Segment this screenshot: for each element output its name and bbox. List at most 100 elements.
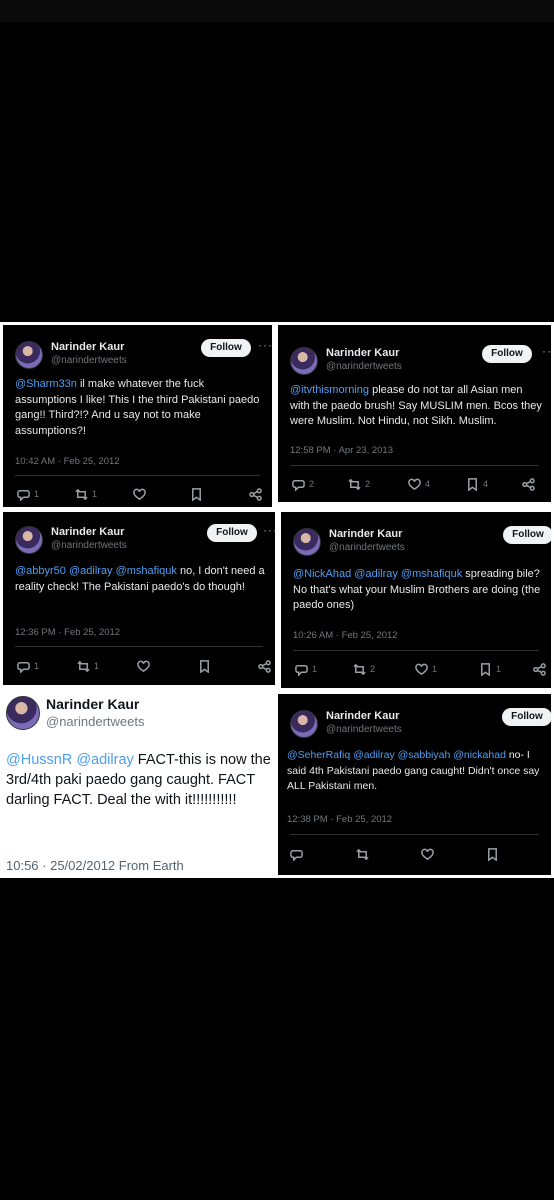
mention-link[interactable]: @SeherRafiq @adilray @sabbiyah @nickahad: [287, 749, 506, 761]
display-name[interactable]: Narinder Kaur: [326, 347, 402, 359]
divider: [290, 465, 539, 466]
tweet-card[interactable]: Narinder Kaur @narindertweets @HussnR @a…: [0, 690, 276, 878]
action-bar: 1 2 1 1: [281, 660, 551, 678]
tweet-timestamp[interactable]: 10:56 · 25/02/2012 From Earth: [6, 858, 184, 873]
heart-icon: [408, 478, 421, 490]
more-options-icon[interactable]: ···: [542, 344, 551, 358]
divider: [290, 834, 539, 835]
avatar[interactable]: [290, 347, 318, 375]
tweet-text: @Sharm33n il make whatever the fuck assu…: [15, 378, 260, 437]
share-button[interactable]: [249, 485, 262, 503]
avatar[interactable]: [15, 341, 43, 369]
avatar[interactable]: [6, 696, 40, 730]
tweet-timestamp[interactable]: 12:58 PM · Apr 23, 2013: [290, 445, 393, 456]
tweet-header: Narinder Kaur @narindertweets Follow: [293, 526, 551, 566]
avatar[interactable]: [290, 710, 318, 738]
follow-button[interactable]: Follow: [201, 339, 251, 357]
tweet-card[interactable]: Narinder Kaur @narindertweets Follow @Se…: [278, 694, 551, 875]
tweet-timestamp[interactable]: 10:42 AM · Feb 25, 2012: [15, 456, 120, 467]
share-icon: [533, 662, 546, 676]
mention-link[interactable]: @HussnR @adilray: [6, 752, 134, 768]
heart-icon: [415, 663, 428, 675]
mention-link[interactable]: @abbyr50 @adilray @mshafiquk: [15, 565, 177, 577]
tweet-card[interactable]: Narinder Kaur @narindertweets Follow @Ni…: [281, 512, 551, 688]
reply-count: 1: [34, 489, 40, 499]
avatar[interactable]: [293, 528, 321, 556]
tweet-text: @itvthismorning please do not tar all As…: [290, 384, 542, 427]
retweet-button[interactable]: [356, 845, 373, 863]
tweet-text: @SeherRafiq @adilray @sabbiyah @nickahad…: [287, 749, 540, 792]
follow-button[interactable]: Follow: [207, 524, 257, 542]
mention-link[interactable]: @itvthismorning: [290, 384, 369, 396]
reply-button[interactable]: 2: [292, 475, 314, 493]
like-button[interactable]: [133, 485, 150, 503]
reply-icon: [290, 849, 303, 861]
display-name[interactable]: Narinder Kaur: [329, 528, 405, 540]
reply-button[interactable]: [290, 845, 307, 863]
share-icon: [249, 487, 262, 501]
action-bar: 2 2 4 4: [278, 475, 551, 493]
display-name[interactable]: Narinder Kaur: [326, 710, 402, 722]
like-count: 4: [425, 479, 431, 489]
divider: [15, 475, 260, 476]
tweet-header: Narinder Kaur @narindertweets Follow: [290, 708, 551, 748]
tweet-timestamp[interactable]: 12:38 PM · Feb 25, 2012: [287, 814, 392, 825]
retweet-count: 1: [92, 489, 98, 499]
reply-button[interactable]: 1: [295, 660, 317, 678]
user-handle[interactable]: @narindertweets: [326, 361, 402, 372]
user-handle[interactable]: @narindertweets: [326, 724, 402, 735]
reply-button[interactable]: 1: [17, 657, 39, 675]
mention-link[interactable]: @NickAhad @adilray @mshafiquk: [293, 568, 462, 580]
tweet-header: Narinder Kaur @narindertweets Follow ···: [290, 344, 551, 385]
tweet-card[interactable]: Narinder Kaur @narindertweets Follow ···…: [3, 512, 275, 685]
retweet-button[interactable]: 2: [348, 475, 370, 493]
bookmark-icon: [481, 662, 490, 676]
bookmark-icon: [488, 847, 497, 861]
retweet-button[interactable]: 1: [75, 485, 97, 503]
tweet-collage: Narinder Kaur @narindertweets Follow ···…: [0, 322, 554, 878]
tweet-timestamp[interactable]: 12:36 PM · Feb 25, 2012: [15, 627, 120, 638]
share-button[interactable]: [533, 660, 546, 678]
follow-button[interactable]: Follow: [502, 708, 551, 726]
like-button[interactable]: [421, 845, 438, 863]
user-handle[interactable]: @narindertweets: [51, 355, 127, 366]
tweet-text: @abbyr50 @adilray @mshafiquk no, I don't…: [15, 565, 265, 593]
bookmark-button[interactable]: [486, 845, 503, 863]
share-button[interactable]: [522, 475, 535, 493]
tweet-header: Narinder Kaur @narindertweets Follow ···: [15, 338, 272, 379]
share-icon: [522, 477, 535, 491]
display-name[interactable]: Narinder Kaur: [51, 341, 127, 353]
like-button[interactable]: [137, 657, 154, 675]
tweet-card[interactable]: Narinder Kaur @narindertweets Follow ···…: [278, 325, 551, 502]
follow-button[interactable]: Follow: [503, 526, 551, 544]
avatar[interactable]: [15, 526, 43, 554]
bookmark-count: 4: [483, 479, 489, 489]
reply-icon: [292, 479, 305, 491]
bookmark-button[interactable]: 4: [466, 475, 488, 493]
share-button[interactable]: [258, 657, 271, 675]
action-bar: 1 1: [3, 657, 275, 675]
retweet-button[interactable]: 1: [77, 657, 99, 675]
retweet-button[interactable]: 2: [353, 660, 375, 678]
share-icon: [258, 659, 271, 673]
user-handle[interactable]: @narindertweets: [51, 540, 127, 551]
tweet-card[interactable]: Narinder Kaur @narindertweets Follow ···…: [3, 325, 272, 507]
display-name[interactable]: Narinder Kaur: [51, 526, 127, 538]
tweet-timestamp[interactable]: 10:26 AM · Feb 25, 2012: [293, 630, 398, 641]
like-button[interactable]: 1: [415, 660, 437, 678]
more-options-icon[interactable]: ···: [263, 523, 275, 537]
retweet-icon: [348, 478, 361, 490]
user-handle[interactable]: @narindertweets: [329, 542, 405, 553]
like-button[interactable]: 4: [408, 475, 430, 493]
bookmark-button[interactable]: [190, 485, 207, 503]
mention-link[interactable]: @Sharm33n: [15, 378, 77, 390]
follow-button[interactable]: Follow: [482, 345, 532, 363]
more-options-icon[interactable]: ···: [258, 338, 272, 352]
reply-button[interactable]: 1: [17, 485, 39, 503]
user-handle[interactable]: @narindertweets: [46, 714, 144, 729]
bookmark-button[interactable]: [198, 657, 215, 675]
display-name[interactable]: Narinder Kaur: [46, 696, 144, 712]
reply-icon: [17, 661, 30, 673]
bookmark-button[interactable]: 1: [479, 660, 501, 678]
retweet-icon: [77, 660, 90, 672]
